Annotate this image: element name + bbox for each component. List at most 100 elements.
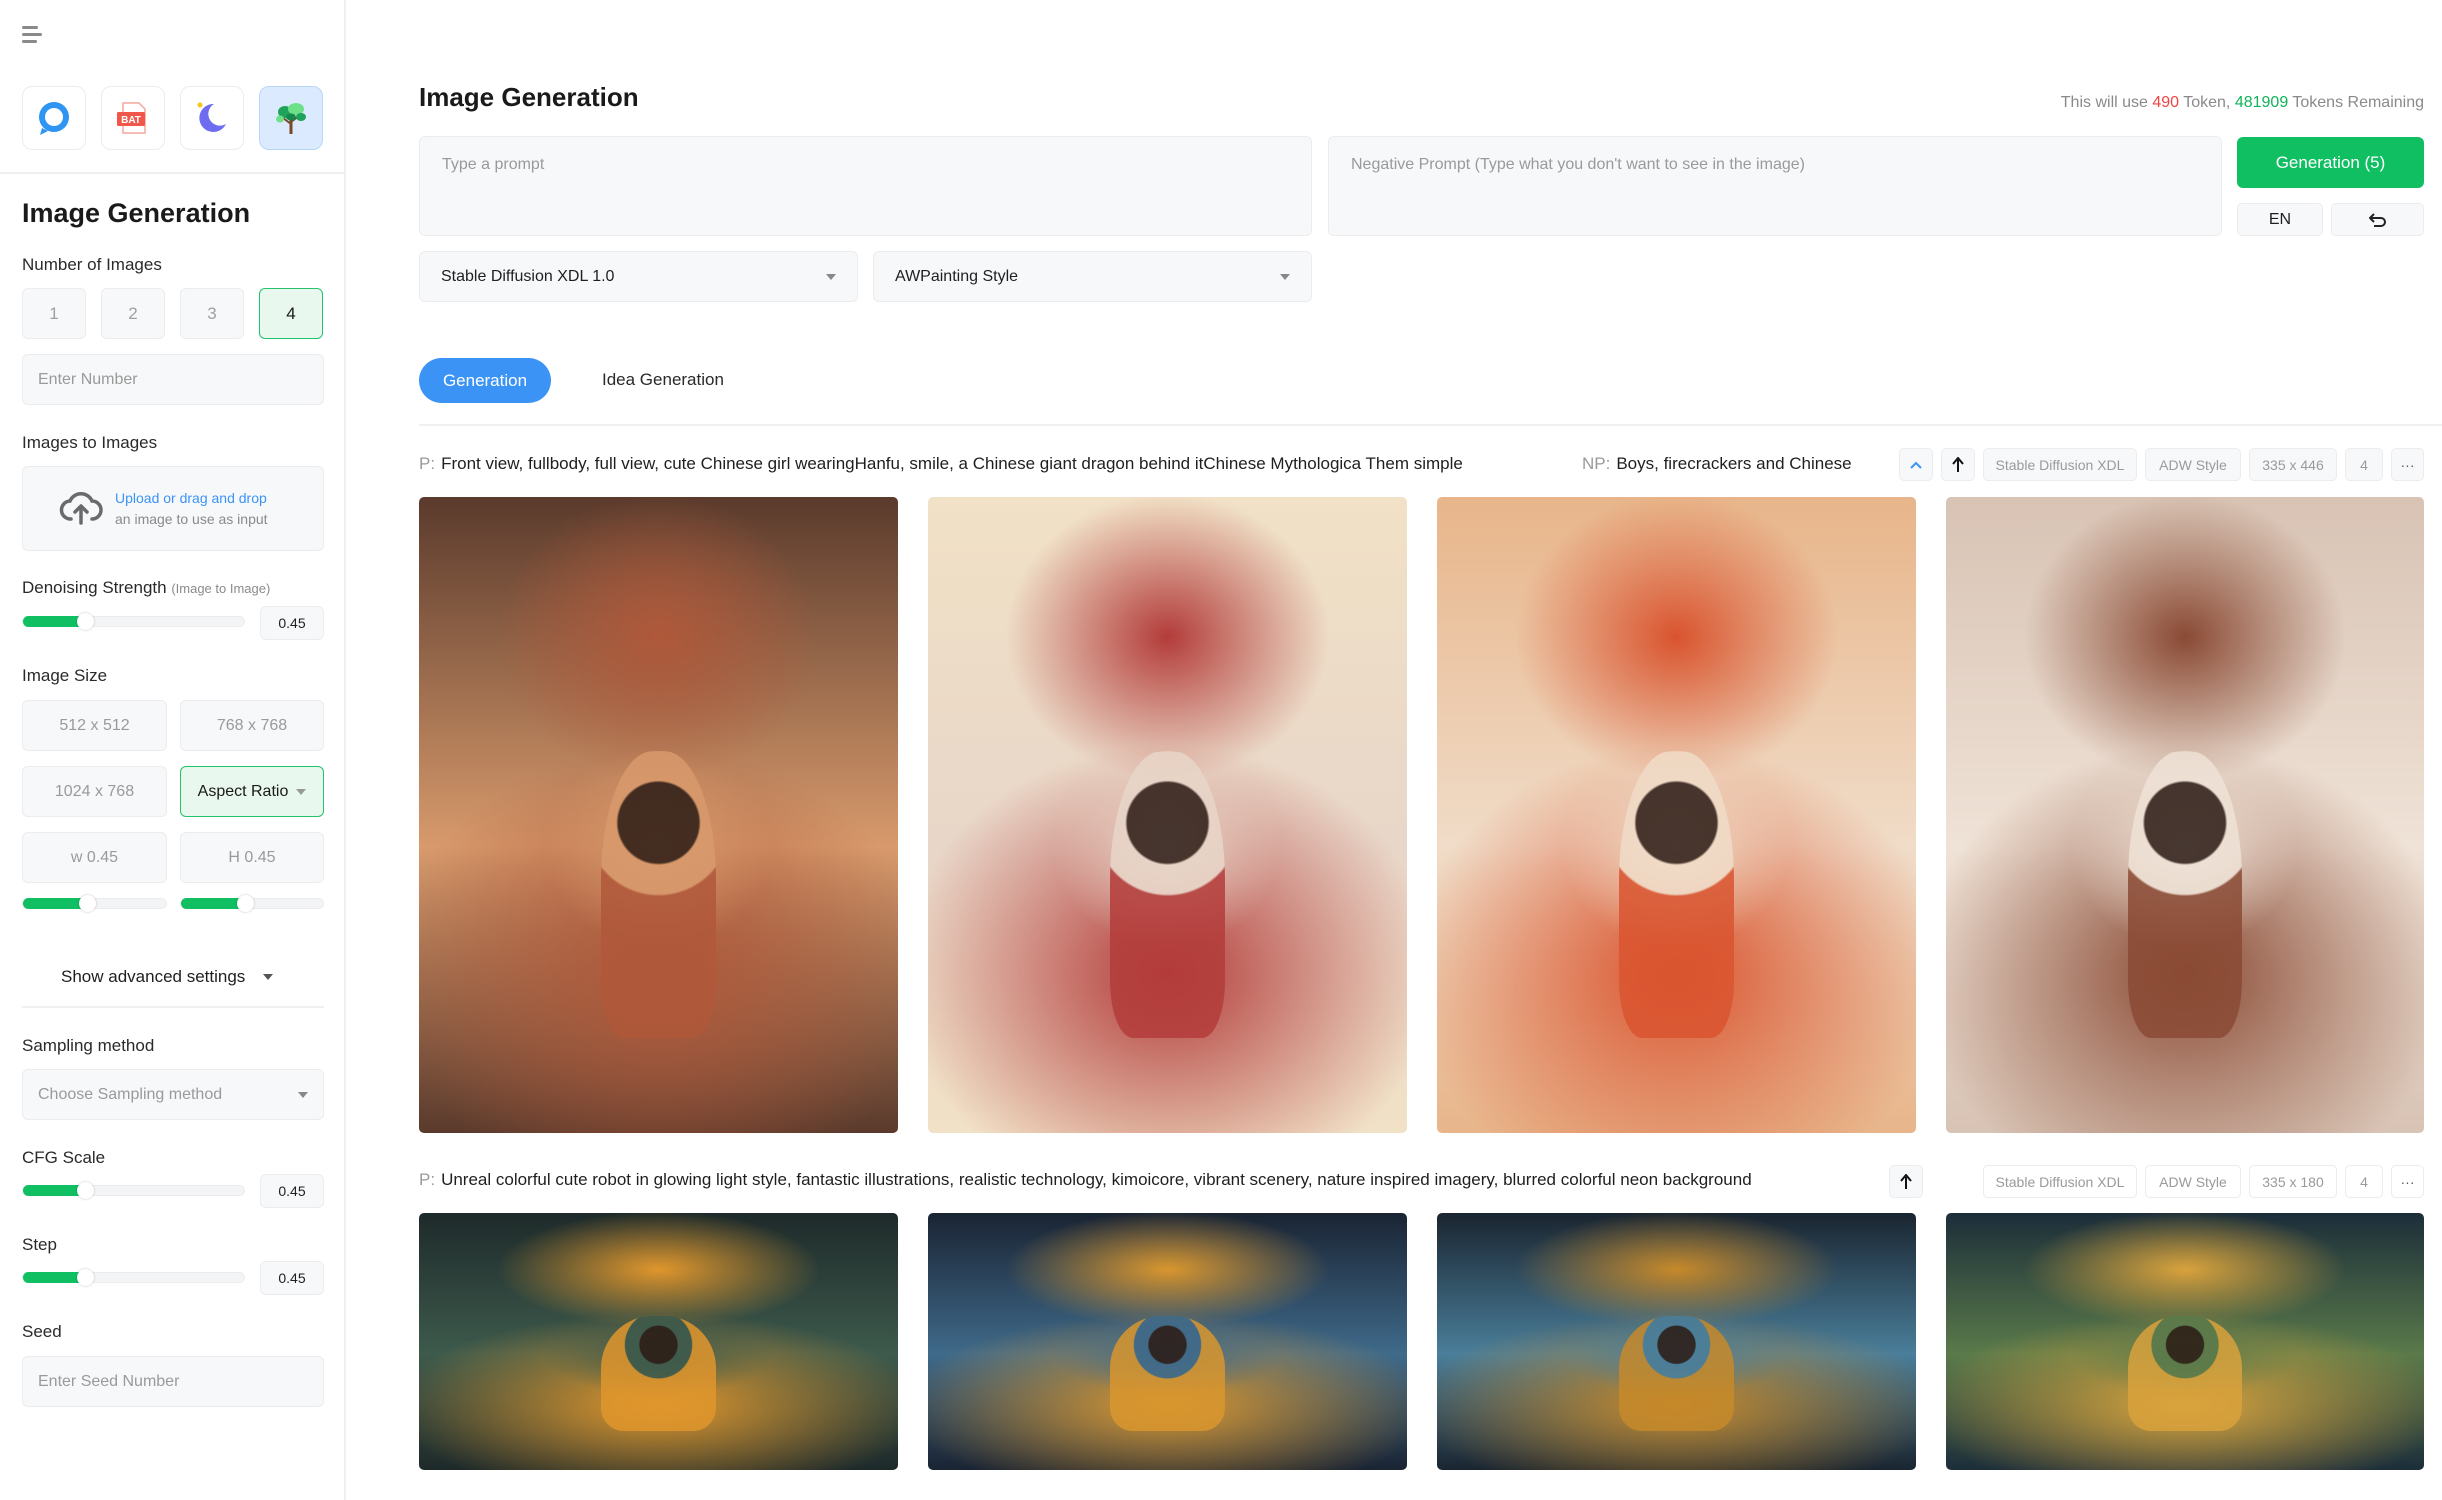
image-upload-dropzone[interactable]: Upload or drag and drop an image to use … — [22, 466, 324, 551]
undo-button[interactable] — [2331, 203, 2424, 236]
reuse-prompt-button[interactable] — [1889, 1165, 1923, 1198]
result-1-more-button[interactable]: ··· — [2391, 448, 2424, 481]
result-2-image-4[interactable] — [1946, 1213, 2424, 1470]
aspect-ratio-dropdown[interactable]: Aspect Ratio — [180, 766, 324, 817]
tree-icon — [276, 103, 306, 134]
height-ratio-field[interactable]: H 0.45 — [180, 832, 324, 883]
hamburger-menu-icon[interactable] — [22, 26, 44, 44]
number-option-4[interactable]: 4 — [259, 288, 323, 339]
app-moon-bot[interactable] — [180, 86, 244, 150]
tab-generation[interactable]: Generation — [419, 358, 551, 403]
result-1-size-chip: 335 x 446 — [2249, 448, 2337, 481]
reuse-prompt-button[interactable] — [1941, 448, 1975, 481]
height-ratio-slider[interactable] — [180, 895, 324, 912]
undo-icon — [2368, 212, 2386, 227]
slider-fill — [23, 1272, 85, 1283]
cfg-scale-label: CFG Scale — [22, 1148, 106, 1167]
prompt-input[interactable]: Type a prompt — [419, 136, 1312, 236]
cfg-scale-value[interactable]: 0.45 — [260, 1174, 324, 1208]
result-1-count-chip: 4 — [2345, 448, 2383, 481]
result-2-image-2[interactable] — [928, 1213, 1407, 1470]
result-2-image-3[interactable] — [1437, 1213, 1916, 1470]
size-option-1024x768[interactable]: 1024 x 768 — [22, 766, 167, 817]
result-2-more-button[interactable]: ··· — [2391, 1165, 2424, 1198]
result-1-image-3[interactable] — [1437, 497, 1916, 1133]
result-1-negative-prompt: NP: Boys, firecrackers and Chinese — [1582, 454, 1852, 474]
app-bat-file[interactable]: BAT — [101, 86, 165, 150]
denoising-strength-value[interactable]: 0.45 — [260, 606, 324, 640]
cfg-scale-slider[interactable] — [22, 1182, 245, 1199]
denoising-strength-label: Denoising Strength (Image to Image) — [22, 578, 270, 598]
generate-button[interactable]: Generation (5) — [2237, 137, 2424, 188]
upload-link[interactable]: Upload or drag and drop — [115, 490, 267, 506]
token-remaining-count: 481909 — [2234, 94, 2289, 111]
result-1-image-2[interactable] — [928, 497, 1407, 1133]
token-prefix: This will use — [2060, 94, 2148, 111]
result-1-model-chip: Stable Diffusion XDL — [1983, 448, 2137, 481]
page-title: Image Generation — [419, 82, 639, 112]
image-subject — [2127, 1315, 2243, 1432]
number-option-3[interactable]: 3 — [180, 288, 244, 339]
width-ratio-field[interactable]: w 0.45 — [22, 832, 167, 883]
seed-input[interactable]: Enter Seed Number — [22, 1356, 324, 1407]
moon-bot-icon — [197, 102, 226, 132]
slider-handle[interactable] — [76, 613, 94, 630]
sidebar: BAT Image Generation Number of Images 1 … — [0, 0, 346, 1500]
collapse-button[interactable] — [1899, 448, 1933, 481]
size-option-512[interactable]: 512 x 512 — [22, 700, 167, 751]
prompt-prefix: P: — [419, 1170, 436, 1189]
token-use-count: 490 — [2152, 94, 2180, 111]
result-1-image-4[interactable] — [1946, 497, 2424, 1133]
advanced-settings-label: Show advanced settings — [61, 967, 246, 986]
number-option-1[interactable]: 1 — [22, 288, 86, 339]
slider-handle[interactable] — [76, 1182, 94, 1199]
cloud-upload-icon — [59, 492, 103, 525]
slider-fill — [23, 616, 85, 627]
slider-handle[interactable] — [79, 895, 97, 912]
sampling-method-placeholder: Choose Sampling method — [38, 1085, 223, 1103]
denoising-strength-sublabel: (Image to Image) — [171, 581, 271, 596]
chevron-down-icon — [1280, 273, 1290, 280]
width-ratio-slider[interactable] — [22, 895, 167, 912]
step-value[interactable]: 0.45 — [260, 1261, 324, 1295]
denoising-strength-title: Denoising Strength — [22, 578, 167, 597]
chevron-down-icon — [263, 974, 274, 980]
number-option-2[interactable]: 2 — [101, 288, 165, 339]
more-icon: ··· — [2400, 456, 2415, 473]
negative-prompt-input[interactable]: Negative Prompt (Type what you don't wan… — [1328, 136, 2222, 236]
sidebar-divider — [0, 172, 346, 174]
bat-label: BAT — [121, 115, 141, 126]
denoising-strength-slider[interactable] — [22, 613, 245, 630]
upload-hint: an image to use as input — [115, 511, 268, 527]
size-option-768[interactable]: 768 x 768 — [180, 700, 324, 751]
step-label: Step — [22, 1235, 57, 1254]
result-2-size-chip: 335 x 180 — [2249, 1165, 2337, 1198]
show-advanced-settings-toggle[interactable]: Show advanced settings — [61, 967, 274, 987]
negative-prefix: NP: — [1582, 454, 1611, 473]
tab-idea-generation[interactable]: Idea Generation — [602, 370, 724, 390]
number-input[interactable]: Enter Number — [22, 354, 324, 405]
slider-handle[interactable] — [76, 1269, 94, 1286]
tabs-divider — [419, 424, 2442, 426]
negative-text: Boys, firecrackers and Chinese — [1616, 454, 1852, 473]
result-1-image-1[interactable] — [419, 497, 898, 1133]
image-subject — [1110, 751, 1225, 1038]
chevron-down-icon — [298, 1091, 308, 1098]
result-2-image-1[interactable] — [419, 1213, 898, 1470]
model-select[interactable]: Stable Diffusion XDL 1.0 — [419, 251, 858, 302]
image-subject — [601, 751, 716, 1038]
style-select[interactable]: AWPainting Style — [873, 251, 1312, 302]
chat-bubble-icon — [39, 102, 69, 135]
step-slider[interactable] — [22, 1269, 245, 1286]
language-button[interactable]: EN — [2237, 203, 2323, 236]
slider-handle[interactable] — [236, 895, 254, 912]
number-of-images-label: Number of Images — [22, 255, 162, 274]
slider-fill — [23, 1185, 85, 1196]
sampling-method-select[interactable]: Choose Sampling method — [22, 1069, 324, 1120]
style-select-value: AWPainting Style — [895, 267, 1019, 285]
app-chat-bubble[interactable] — [22, 86, 86, 150]
image-subject — [1619, 751, 1734, 1038]
prompt-text: Front view, fullbody, full view, cute Ch… — [441, 454, 1463, 473]
app-tree[interactable] — [259, 86, 323, 150]
slider-fill — [23, 898, 88, 909]
